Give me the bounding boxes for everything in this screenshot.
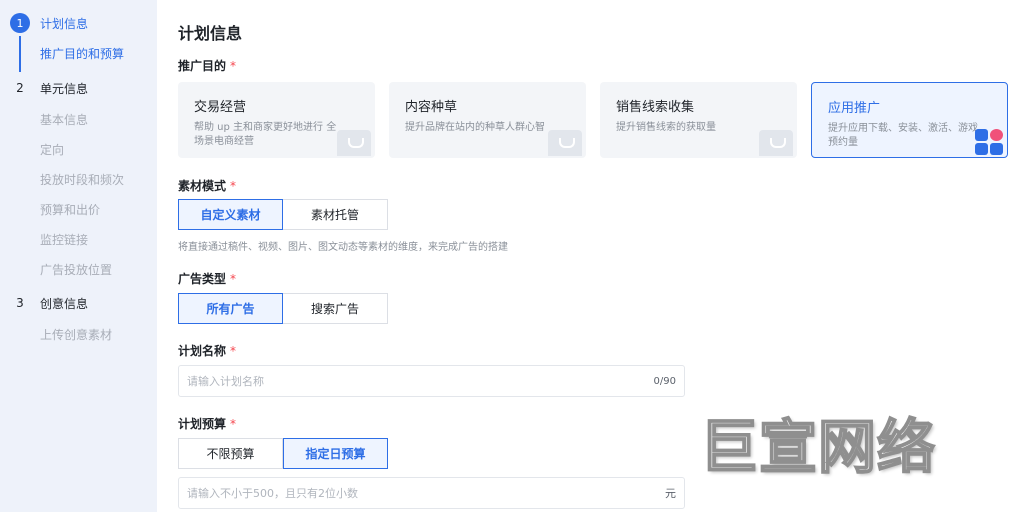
bag-icon (337, 130, 371, 156)
plan-name-label: 计划名称 * (178, 342, 236, 359)
step-creative-info[interactable]: 3 创意信息 (10, 293, 88, 313)
card-title: 内容种草 (405, 100, 458, 115)
purpose-cards: 交易经营 帮助 up 主和商家更好地进行 全场景电商经营 内容种草 提升品牌在站… (178, 82, 1018, 158)
page-title: 计划信息 (178, 24, 243, 43)
plan-name-label-text: 计划名称 (178, 344, 227, 358)
card-desc: 提升应用下载、安装、激活、游戏预约量 (828, 123, 978, 148)
sidebar-item-budget-bid[interactable]: 预算和出价 (40, 201, 100, 218)
required-mark: * (230, 59, 237, 73)
plan-name-placeholder: 请输入计划名称 (187, 375, 264, 388)
leaf-icon (548, 130, 582, 156)
sidebar-item-upload-creative[interactable]: 上传创意素材 (40, 326, 112, 343)
sidebar-item-schedule-frequency[interactable]: 投放时段和频次 (40, 171, 124, 188)
material-label: 素材模式 * (178, 177, 236, 194)
purpose-label: 推广目的 * (178, 57, 236, 74)
card-title: 应用推广 (828, 101, 881, 116)
purpose-card-content[interactable]: 内容种草 提升品牌在站内的种草人群心智 (389, 82, 586, 158)
card-desc: 提升品牌在站内的种草人群心智 (405, 122, 545, 133)
purpose-card-app[interactable]: 应用推广 提升应用下载、安装、激活、游戏预约量 (811, 82, 1008, 158)
budget-selector: 不限预算 指定日预算 (178, 438, 388, 469)
required-mark: * (230, 417, 237, 431)
sidebar-item-targeting[interactable]: 定向 (40, 141, 64, 158)
step-unit-info[interactable]: 2 单元信息 (10, 78, 88, 98)
steps-sidebar: 1 计划信息 推广目的和预算 2 单元信息 基本信息 定向 投放时段和频次 预算… (0, 0, 157, 512)
card-title: 销售线索收集 (616, 100, 695, 115)
currency-unit: 元 (665, 487, 676, 500)
step-number: 1 (10, 13, 30, 33)
budget-daily-button[interactable]: 指定日预算 (283, 438, 388, 469)
ad-type-selector: 所有广告 搜索广告 (178, 293, 388, 324)
step-plan-info[interactable]: 1 计划信息 (10, 13, 88, 33)
material-mode-selector: 自定义素材 素材托管 (178, 199, 388, 230)
material-label-text: 素材模式 (178, 179, 227, 193)
sidebar-item-purpose-budget[interactable]: 推广目的和预算 (40, 45, 124, 62)
step-title: 创意信息 (40, 296, 89, 311)
purpose-label-text: 推广目的 (178, 59, 227, 73)
step-title: 单元信息 (40, 81, 89, 96)
material-managed-button[interactable]: 素材托管 (283, 199, 388, 230)
watermark-text: 巨宣网络 (699, 412, 937, 482)
sidebar-item-placement[interactable]: 广告投放位置 (40, 261, 112, 278)
ad-type-label-text: 广告类型 (178, 272, 227, 286)
required-mark: * (230, 344, 237, 358)
sidebar-item-basic-info[interactable]: 基本信息 (40, 111, 88, 128)
app-tiles-icon (975, 129, 1005, 155)
active-step-indicator (19, 36, 21, 72)
plan-name-input[interactable]: 请输入计划名称 0/90 (178, 365, 685, 397)
budget-placeholder: 请输入不小于500，且只有2位小数 (187, 487, 358, 500)
purpose-card-leads[interactable]: 销售线索收集 提升销售线索的获取量 (600, 82, 797, 158)
purpose-card-trade[interactable]: 交易经营 帮助 up 主和商家更好地进行 全场景电商经营 (178, 82, 375, 158)
card-desc: 帮助 up 主和商家更好地进行 全场景电商经营 (194, 122, 337, 147)
material-hint: 将直接通过稿件、视频、图片、图文动态等素材的维度，来完成广告的搭建 (178, 242, 508, 253)
folder-icon (759, 130, 793, 156)
ad-type-search-button[interactable]: 搜索广告 (283, 293, 388, 324)
card-title: 交易经营 (194, 100, 247, 115)
step-title: 计划信息 (40, 16, 89, 31)
budget-label: 计划预算 * (178, 415, 236, 432)
step-number: 3 (16, 296, 24, 310)
card-desc: 提升销售线索的获取量 (616, 122, 716, 133)
required-mark: * (230, 179, 237, 193)
sidebar-item-monitor-link[interactable]: 监控链接 (40, 231, 88, 248)
budget-label-text: 计划预算 (178, 417, 227, 431)
ad-type-label: 广告类型 * (178, 270, 236, 287)
step-number: 2 (16, 81, 24, 95)
ad-type-all-button[interactable]: 所有广告 (178, 293, 283, 324)
material-custom-button[interactable]: 自定义素材 (178, 199, 283, 230)
budget-unlimited-button[interactable]: 不限预算 (178, 438, 283, 469)
char-counter: 0/90 (653, 375, 676, 387)
budget-input[interactable]: 请输入不小于500，且只有2位小数 元 (178, 477, 685, 509)
required-mark: * (230, 272, 237, 286)
